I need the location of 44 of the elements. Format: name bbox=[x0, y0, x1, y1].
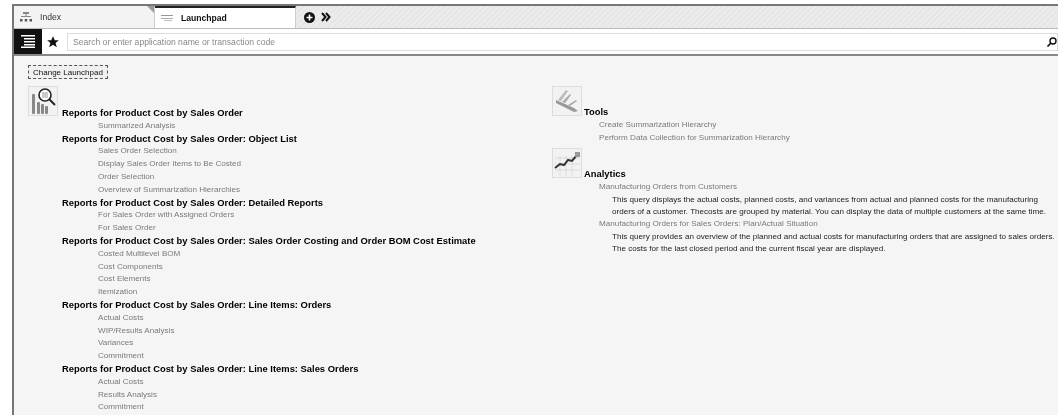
app-link[interactable]: Costed Multilevel BOM bbox=[98, 247, 181, 261]
app-description: This query provides an overview of the planned and actual costs for manufacturing orders that are assigned to sales orders. The costs for the last closed period and the current fiscal year are displayed. bbox=[612, 230, 1056, 255]
section-heading: Analytics bbox=[584, 168, 626, 182]
section-heading: Tools bbox=[584, 106, 609, 119]
app-link[interactable]: Cost Components bbox=[98, 260, 163, 274]
section-heading: Reports for Product Cost by Sales Order: Sales Order Costing and Order BOM Cost Estimate bbox=[62, 234, 476, 248]
app-link[interactable]: Cost Elements bbox=[98, 273, 151, 287]
app-link[interactable]: Itemization bbox=[98, 286, 138, 299]
app-link[interactable]: Create Summarization Hierarchy bbox=[599, 118, 717, 132]
app-link[interactable]: Commitment bbox=[98, 350, 144, 363]
section-heading: Reports for Product Cost by Sales Order: Detailed Reports bbox=[62, 196, 323, 210]
app-link[interactable]: Order Selection bbox=[98, 171, 155, 184]
section-heading: Reports for Product Cost by Sales Order: Object List bbox=[62, 132, 297, 146]
app-link[interactable]: Actual Costs bbox=[98, 311, 144, 325]
hierarchy-icon bbox=[20, 12, 32, 22]
app-link[interactable]: Manufacturing Orders from Customers bbox=[599, 181, 738, 194]
app-link[interactable]: Commitment bbox=[98, 401, 144, 415]
add-icon[interactable] bbox=[304, 11, 315, 23]
line-chart-icon bbox=[552, 148, 582, 179]
change-launchpad-button[interactable]: Change Launchpad bbox=[28, 65, 108, 79]
app-link[interactable]: Display Sales Order Items to Be Costed bbox=[98, 158, 242, 171]
menu-icon bbox=[21, 35, 35, 48]
app-description: This query displays the actual costs, planned costs, and variances from actual and planned costs for the manufacturing orders of a customer. Thecosts are grouped by material. You can display the data of multiple customers at the same time. bbox=[612, 194, 1047, 218]
app-link[interactable]: Summarized Analysis bbox=[98, 119, 176, 133]
app-link[interactable]: Variances bbox=[98, 337, 134, 351]
section-heading: Reports for Product Cost by Sales Order: Line Items: Sales Orders bbox=[62, 362, 359, 376]
app-link[interactable]: WIP/Results Analysis bbox=[98, 324, 175, 338]
app-link[interactable]: Overview of Summarization Hierarchies bbox=[98, 183, 241, 197]
tab[interactable]: Launchpad bbox=[155, 6, 296, 28]
star-icon[interactable] bbox=[46, 34, 60, 49]
app-link[interactable]: Manufacturing Orders for Sales Orders: Plan/Actual Situation bbox=[599, 218, 818, 231]
app-link[interactable]: Perform Data Collection for Summarization Hierarchy bbox=[599, 131, 790, 145]
app-link[interactable]: For Sales Order with Assigned Orders bbox=[98, 209, 235, 223]
tab[interactable]: Index bbox=[14, 6, 155, 28]
section-heading: Reports for Product Cost by Sales Order: Line Items: Orders bbox=[62, 298, 332, 312]
menu-button[interactable] bbox=[14, 29, 42, 54]
app-link[interactable]: For Sales Order bbox=[98, 222, 156, 235]
search-icon[interactable] bbox=[1047, 36, 1057, 47]
app-link[interactable]: Actual Costs bbox=[98, 375, 144, 389]
app-link[interactable]: Results Analysis bbox=[98, 388, 157, 402]
double-chevron-icon[interactable] bbox=[321, 12, 331, 22]
section-heading: Reports for Product Cost by Sales Order bbox=[62, 107, 243, 120]
app-link[interactable]: Sales Order Selection bbox=[98, 145, 177, 159]
report-chart-icon bbox=[28, 86, 58, 116]
